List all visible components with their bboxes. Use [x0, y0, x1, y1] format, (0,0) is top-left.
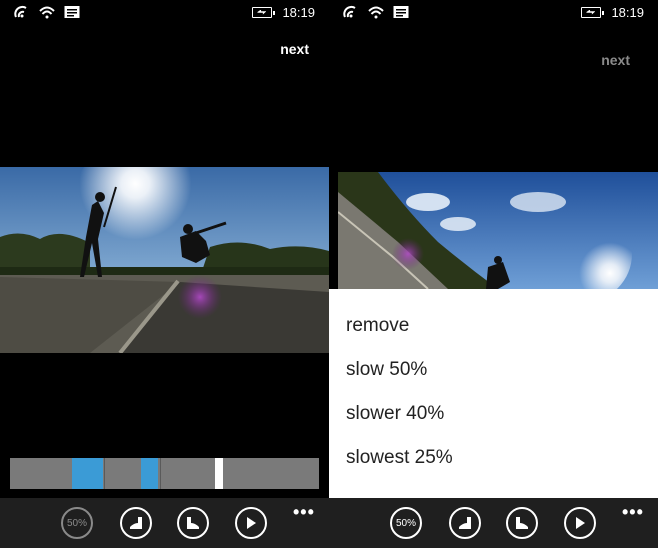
slowmo-segment[interactable]	[141, 458, 158, 489]
wifi-icon	[39, 6, 55, 19]
slowmo-segment[interactable]	[72, 458, 103, 489]
menu-item-remove[interactable]: remove	[346, 315, 409, 337]
mark-end-button[interactable]	[177, 507, 209, 539]
next-button[interactable]: next	[280, 41, 309, 57]
battery-icon	[581, 7, 605, 18]
app-bar: 50% •••	[0, 498, 329, 548]
editor-screen: 18:19 next 50% •••	[0, 0, 329, 548]
wifi-icon	[368, 6, 384, 19]
play-icon	[247, 517, 256, 529]
ramp-down-icon	[187, 517, 199, 529]
more-button[interactable]: •••	[293, 502, 315, 523]
mark-start-button[interactable]	[120, 507, 152, 539]
menu-item-slower[interactable]: slower 40%	[346, 403, 444, 425]
speed-button[interactable]: 50%	[61, 507, 93, 539]
speed-label: 50%	[66, 517, 87, 529]
skatepark-video-frame	[0, 167, 329, 353]
signal-icon	[343, 5, 356, 18]
play-button[interactable]	[235, 507, 267, 539]
ramp-up-icon	[459, 517, 471, 529]
speed-label: 50%	[395, 517, 416, 529]
mark-end-button[interactable]	[506, 507, 538, 539]
skatepark-video-frame	[338, 172, 658, 289]
battery-icon	[252, 7, 276, 18]
app-bar: 50% •••	[329, 498, 658, 548]
clock: 18:19	[611, 5, 644, 20]
ramp-down-icon	[516, 517, 528, 529]
video-preview[interactable]	[338, 172, 658, 289]
message-icon	[64, 6, 80, 18]
ramp-up-icon	[130, 517, 142, 529]
timeline-scrubber[interactable]	[10, 458, 319, 489]
mark-start-button[interactable]	[449, 507, 481, 539]
editor-menu-screen: 18:19 next remove slow 50% slower 40% sl…	[329, 0, 658, 548]
context-menu: remove slow 50% slower 40% slowest 25%	[329, 289, 658, 498]
timeline-divider	[160, 458, 161, 489]
status-bar: 18:19	[0, 0, 329, 26]
signal-icon	[14, 5, 27, 18]
next-button[interactable]: next	[601, 52, 630, 68]
speed-button[interactable]: 50%	[390, 507, 422, 539]
play-icon	[576, 517, 585, 529]
play-button[interactable]	[564, 507, 596, 539]
message-icon	[393, 6, 409, 18]
more-button[interactable]: •••	[622, 502, 644, 523]
clock: 18:19	[282, 5, 315, 20]
video-preview[interactable]	[0, 167, 329, 353]
menu-item-slowest[interactable]: slowest 25%	[346, 447, 453, 469]
menu-item-slow[interactable]: slow 50%	[346, 359, 427, 381]
status-bar: 18:19	[329, 0, 658, 26]
playhead[interactable]	[215, 458, 223, 489]
timeline-divider	[104, 458, 105, 489]
